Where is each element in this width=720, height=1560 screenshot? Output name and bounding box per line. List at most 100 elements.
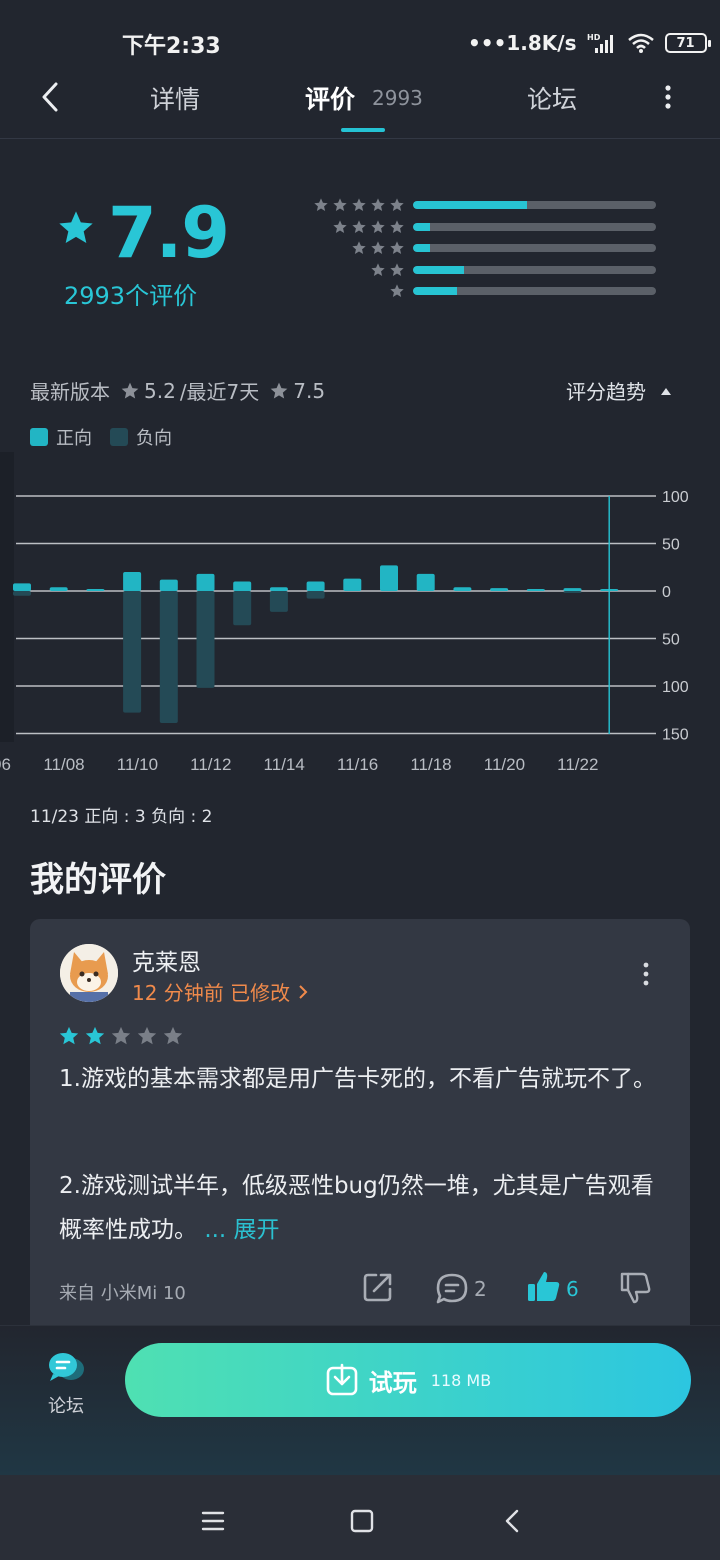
bar-positive-11/11[interactable] xyxy=(159,579,178,591)
rating-row-stars xyxy=(275,197,405,213)
chart-selected-info: 11/23 正向 : 3 负向 : 2 xyxy=(30,807,213,827)
rating-trend-toggle[interactable]: 评分趋势 xyxy=(566,376,672,405)
bar-positive-11/07[interactable] xyxy=(13,583,31,591)
rating-bar-fill xyxy=(413,201,528,209)
y-tick-label: 100 xyxy=(662,489,689,506)
review-time[interactable]: 12 分钟前 已修改 xyxy=(132,977,309,1006)
star-empty-icon xyxy=(137,1026,157,1045)
rating-row-stars xyxy=(275,262,405,278)
review-paragraph-2-text: 2.游戏测试半年，低级恶性bug仍然一堆，尤其是广告观看概率性成功。 xyxy=(59,1173,654,1243)
trial-play-button[interactable]: 试玩 118 MB xyxy=(125,1343,691,1417)
tab-review[interactable]: 评价 xyxy=(305,80,355,116)
tab-forum[interactable]: 论坛 xyxy=(527,80,577,116)
rating-bar-fill xyxy=(413,265,465,274)
tab-detail[interactable]: 详情 xyxy=(150,80,200,116)
nav-divider xyxy=(0,138,720,139)
review-more-icon[interactable] xyxy=(638,961,654,987)
score-star-icon xyxy=(59,211,93,243)
home-icon[interactable] xyxy=(342,1501,382,1541)
bar-positive-11/21[interactable] xyxy=(526,589,545,591)
comment-icon[interactable] xyxy=(434,1271,470,1307)
expand-link[interactable]: ... 展开 xyxy=(204,1217,279,1243)
rating-bar-track xyxy=(413,201,656,209)
star-icon xyxy=(390,219,404,233)
chart-legend: 正向 负向 xyxy=(30,424,172,450)
bar-positive-11/08[interactable] xyxy=(49,587,68,591)
bar-positive-11/19[interactable] xyxy=(453,587,472,591)
star-icon xyxy=(390,198,404,211)
bar-positive-11/18[interactable] xyxy=(416,573,435,591)
bar-positive-11/15[interactable] xyxy=(306,581,325,592)
latest-version-label: 最新版本 xyxy=(30,380,110,404)
bar-negative-11/22[interactable] xyxy=(563,591,582,593)
recent-days-label: /最近7天 xyxy=(179,380,260,404)
star-icon xyxy=(390,241,404,254)
y-tick-label: 100 xyxy=(662,679,689,696)
star-icon xyxy=(333,219,347,233)
bar-negative-11/12[interactable] xyxy=(196,591,215,688)
my-review-title: 我的评价 xyxy=(30,860,166,900)
menu-icon[interactable] xyxy=(193,1501,233,1541)
score-value: 7.9 xyxy=(108,192,230,274)
forum-icon[interactable] xyxy=(44,1350,90,1390)
rating-row-stars xyxy=(275,283,405,299)
bar-negative-11/15[interactable] xyxy=(306,591,325,599)
bar-negative-11/11[interactable] xyxy=(159,591,178,724)
comment-count: 2 xyxy=(474,1277,487,1301)
legend-label-negative: 负向 xyxy=(136,428,172,449)
x-tick-label: 11/14 xyxy=(264,755,305,774)
back-icon[interactable] xyxy=(493,1501,533,1541)
bar-positive-11/09[interactable] xyxy=(86,589,105,591)
avatar[interactable] xyxy=(60,944,118,1002)
rating-row-5-star xyxy=(275,198,656,212)
star-icon xyxy=(371,219,385,233)
star-filled-icon xyxy=(59,1026,79,1045)
back-arrow-icon[interactable] xyxy=(30,74,70,120)
bar-positive-11/16[interactable] xyxy=(343,578,362,591)
x-tick-label: 11/08 xyxy=(43,755,84,774)
bar-negative-11/07[interactable] xyxy=(13,591,31,596)
x-tick-label: 11/16 xyxy=(337,755,378,774)
more-options-icon[interactable] xyxy=(658,82,678,114)
x-tick-label: 11/22 xyxy=(557,755,598,774)
svg-text:HD: HD xyxy=(587,33,601,42)
star-icon xyxy=(371,198,385,211)
thumbs-down-icon[interactable] xyxy=(618,1269,654,1305)
thumbs-up-icon[interactable] xyxy=(526,1269,562,1305)
rating-bar-track xyxy=(413,265,656,274)
share-icon[interactable] xyxy=(360,1269,396,1305)
y-tick-label: 150 xyxy=(662,727,689,744)
legend-label-positive: 正向 xyxy=(56,428,92,449)
review-rating-stars xyxy=(58,1025,184,1047)
rating-trend-chart[interactable]: 100 50 0 50 100 150 06 11/08 11/10 11/12 11/14 11/1… xyxy=(0,452,720,782)
bar-positive-11/14[interactable] xyxy=(269,587,288,591)
star-icon xyxy=(121,382,139,398)
bar-negative-11/14[interactable] xyxy=(269,591,288,612)
y-tick-label: 0 xyxy=(662,584,671,601)
star-icon xyxy=(333,198,347,211)
network-speed: •••1.8K/s xyxy=(468,31,577,55)
bar-negative-11/10[interactable] xyxy=(123,591,142,713)
download-icon xyxy=(326,1363,358,1396)
version-info: 最新版本 5.2 /最近7天 7.5 xyxy=(30,376,325,405)
forum-label[interactable]: 论坛 xyxy=(48,1392,84,1418)
review-card[interactable]: 克莱恩 12 分钟前 已修改 1.游戏的基本需求都是用广告卡死的，不看广告就玩不… xyxy=(30,919,690,1339)
star-icon xyxy=(270,382,288,398)
bar-negative-11/13[interactable] xyxy=(233,591,252,626)
review-user-name[interactable]: 克莱恩 xyxy=(132,943,201,977)
tab-active-indicator xyxy=(341,128,385,132)
latest-version-score: 5.2 xyxy=(144,378,176,403)
bar-positive-11/10[interactable] xyxy=(123,572,142,591)
x-tick-label: 11/20 xyxy=(484,755,525,774)
star-empty-icon xyxy=(163,1026,183,1045)
bar-positive-11/12[interactable] xyxy=(196,573,215,591)
caret-up-icon xyxy=(661,387,671,395)
rating-trend-label: 评分趋势 xyxy=(566,380,646,404)
bar-positive-11/17[interactable] xyxy=(380,565,398,591)
bar-positive-11/22[interactable] xyxy=(563,588,582,591)
bar-positive-11/20[interactable] xyxy=(490,588,509,591)
bar-positive-11/13[interactable] xyxy=(233,581,252,592)
star-icon xyxy=(352,219,366,233)
review-paragraph-1: 1.游戏的基本需求都是用广告卡死的，不看广告就玩不了。 xyxy=(59,1066,656,1092)
rating-bar-fill xyxy=(413,287,457,295)
